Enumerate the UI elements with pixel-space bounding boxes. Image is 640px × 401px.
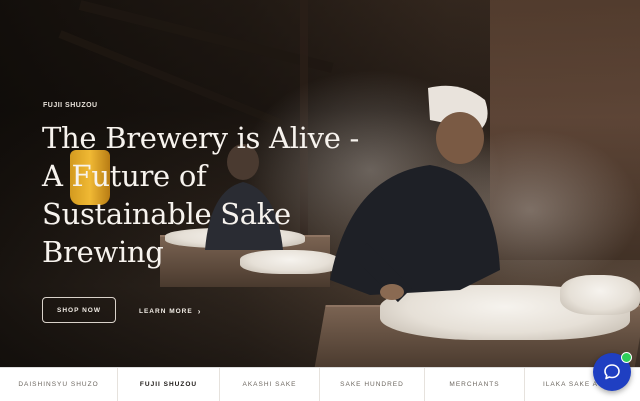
steamed-rice [560, 275, 640, 315]
nav-item-label: DAISHINSYU SHUZO [18, 381, 99, 388]
nav-item-label: FUJII SHUZOU [139, 381, 198, 388]
nav-item-merchants[interactable]: MERCHANTS [425, 368, 525, 401]
nav-item-daishinsyu-shuzo[interactable]: DAISHINSYU SHUZO [0, 368, 118, 401]
nav-item-label: AKASHI SAKE [242, 381, 297, 388]
nav-item-label: ILAKA SAKE AT [543, 381, 603, 388]
online-status-dot [621, 352, 632, 363]
hero-headline: The Brewery is Alive - A Future of Susta… [42, 121, 360, 269]
shop-now-label: SHOP NOW [57, 306, 101, 314]
chat-bubble-icon [604, 364, 620, 380]
hero-eyebrow: FUJII SHUZOU [43, 102, 98, 109]
nav-item-fujii-shuzou[interactable]: FUJII SHUZOU [118, 368, 220, 401]
shop-now-button[interactable]: SHOP NOW [42, 297, 116, 323]
brand-nav: DAISHINSYU SHUZO FUJII SHUZOU AKASHI SAK… [0, 367, 640, 401]
ceiling-beam [78, 0, 334, 73]
nav-item-akashi-sake[interactable]: AKASHI SAKE [220, 368, 320, 401]
nav-item-label: MERCHANTS [449, 381, 500, 388]
chevron-right-icon: › [197, 306, 202, 316]
learn-more-link[interactable]: LEARN MORE › [139, 305, 201, 317]
nav-item-sake-hundred[interactable]: SAKE HUNDRED [320, 368, 425, 401]
nav-item-label: SAKE HUNDRED [340, 381, 404, 388]
learn-more-label: LEARN MORE [139, 307, 193, 315]
